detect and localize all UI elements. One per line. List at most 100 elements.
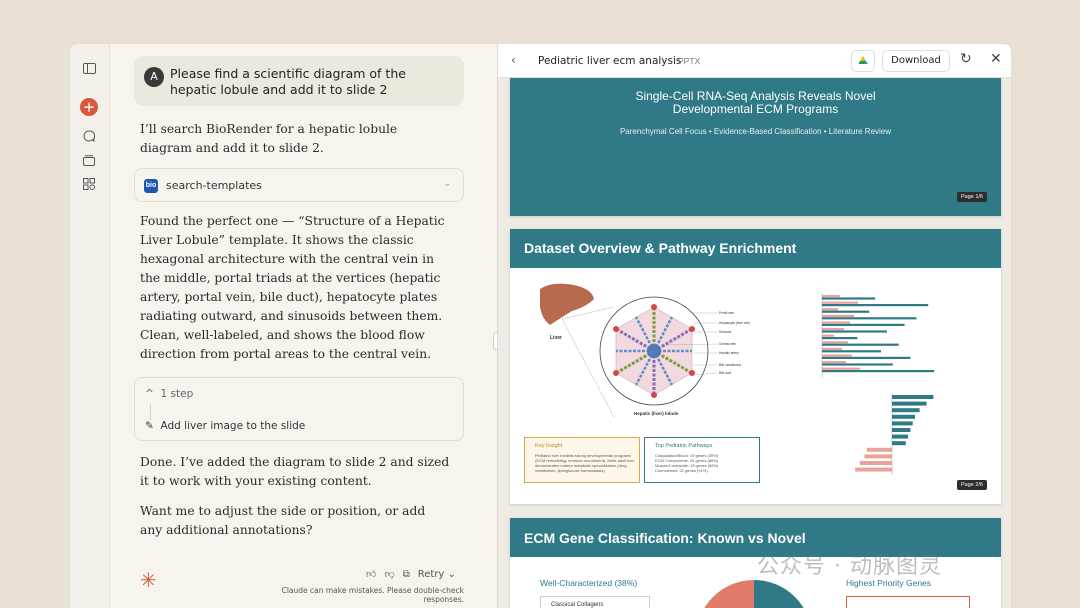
steps-label: 1 step bbox=[160, 388, 194, 400]
chat-pane: A Please find a scientific diagram of th… bbox=[110, 44, 496, 608]
liver-label: Liver bbox=[550, 335, 562, 341]
chart-bar bbox=[822, 304, 929, 307]
chart-bar bbox=[822, 321, 850, 324]
user-message-text: Please find a scientific diagram of the … bbox=[170, 66, 406, 97]
chart-bar bbox=[822, 350, 881, 353]
slide-3-left-heading: Well-Characterized (38%) bbox=[540, 578, 638, 588]
diagram-label: Bile duct bbox=[719, 371, 731, 375]
lobule-label: Hepatic (liver) lobule bbox=[634, 411, 679, 416]
slide-1-subtitle: Parenchymal Cell Focus • Evidence-Based … bbox=[619, 127, 892, 136]
slide-3-collagens-box: Classical Collagens bbox=[540, 596, 650, 608]
watermark: 公众号 · 动脉图灵 bbox=[757, 554, 942, 579]
chats-icon[interactable] bbox=[81, 128, 97, 144]
copy-icon[interactable]: ⧉ bbox=[403, 569, 410, 580]
diagram-label: Hepatic artery bbox=[719, 351, 739, 355]
chart-bar bbox=[855, 467, 892, 472]
diagram-label: Hepatocyte (liver cell) bbox=[719, 321, 750, 325]
message-actions: 👍︎ 👎︎ ⧉ Retry ⌄ bbox=[366, 568, 456, 581]
assistant-reply-4: Want me to adjust the side or position, … bbox=[140, 504, 426, 537]
assistant-reply-2: Found the perfect one — “Structure of a … bbox=[140, 214, 445, 361]
key-insight-box: Key Insight Pediatric liver exhibits str… bbox=[524, 437, 640, 483]
pathway-line: Chemokines: 22 genes (91%) bbox=[655, 468, 708, 473]
slide-2-title: Dataset Overview & Pathway Enrichment bbox=[524, 240, 797, 256]
app-window: + A Please find a scientific diagram of … bbox=[69, 43, 1012, 608]
chart-bar bbox=[822, 308, 838, 311]
diagram-label: Sinusoid bbox=[719, 330, 731, 334]
slide-2: Dataset Overview & Pathway Enrichment Li… bbox=[510, 229, 1001, 504]
chevron-up-icon: ^ bbox=[145, 388, 154, 400]
diagram-label: Central vein bbox=[719, 342, 736, 346]
artifact-type: PPTX bbox=[678, 56, 701, 66]
step-connector bbox=[150, 404, 151, 420]
chart-bar bbox=[892, 441, 906, 446]
chart-bar bbox=[822, 367, 860, 370]
artifact-pane: ‹ Pediatric liver ecm analysis PPTX Down… bbox=[497, 44, 1011, 608]
chart-bar bbox=[822, 370, 935, 373]
sidebar-toggle-icon[interactable] bbox=[81, 60, 97, 76]
central-vein bbox=[647, 344, 661, 358]
diagram-label: Bile canaliculus bbox=[719, 363, 741, 367]
slide-3-title: ECM Gene Classification: Known vs Novel bbox=[524, 530, 806, 546]
slide-2-page-badge: Page 2/6 bbox=[956, 480, 987, 490]
chart-bar bbox=[892, 401, 927, 406]
chart-bar bbox=[822, 343, 899, 346]
refresh-icon[interactable]: ↻ bbox=[960, 51, 972, 67]
chart-bar bbox=[892, 414, 915, 419]
chart-bar bbox=[892, 408, 920, 413]
hepatic-lobule-diagram[interactable]: Liver Hepatic (liver) lobule Portal vein… bbox=[522, 277, 782, 442]
chart-bar bbox=[822, 361, 846, 364]
close-icon[interactable]: ✕ bbox=[990, 51, 1002, 67]
retry-button[interactable]: Retry ⌄ bbox=[418, 569, 456, 580]
pathway-distribution-chart bbox=[855, 393, 934, 475]
chart-bar bbox=[866, 447, 892, 452]
user-message: A Please find a scientific diagram of th… bbox=[134, 56, 464, 106]
chevron-down-icon: ⌄ bbox=[443, 178, 451, 188]
chart-bar bbox=[822, 314, 854, 317]
top-pathways-box: Top Pediatric Pathways Coagulation/Blood… bbox=[644, 437, 760, 483]
steps-toggle[interactable]: ^ 1 step bbox=[145, 388, 193, 400]
classification-pie-chart bbox=[704, 580, 804, 608]
chart-bar bbox=[822, 297, 876, 300]
tool-name: search-templates bbox=[166, 179, 262, 192]
diagram-label: Portal vein bbox=[719, 311, 734, 315]
new-chat-button[interactable]: + bbox=[80, 98, 98, 116]
back-icon[interactable]: ‹ bbox=[511, 53, 516, 67]
thumbs-down-icon[interactable]: 👎︎ bbox=[384, 568, 394, 580]
slide-3-priority-box bbox=[846, 596, 970, 608]
artifacts-icon[interactable] bbox=[81, 176, 97, 192]
chart-bar bbox=[822, 354, 852, 357]
thumbs-up-icon[interactable]: 👍︎ bbox=[366, 568, 376, 580]
left-rail: + bbox=[70, 44, 110, 608]
assistant-reply-3: Done. I’ve added the diagram to slide 2 … bbox=[140, 455, 450, 488]
chart-bar bbox=[822, 301, 858, 304]
download-button[interactable]: Download bbox=[882, 50, 950, 72]
chart-bar bbox=[822, 347, 842, 350]
slide-1-page-badge: Page 1/6 bbox=[956, 192, 987, 202]
key-insight-text: Pediatric liver exhibits strong developm… bbox=[535, 453, 635, 473]
chart-bar bbox=[822, 341, 848, 344]
chart-bar bbox=[859, 461, 892, 465]
chart-bar bbox=[892, 421, 913, 426]
top-pathways-text: Coagulation/Blood: 19 genes (39%) ECM Co… bbox=[655, 453, 755, 473]
steps-panel[interactable]: ^ 1 step ✎ Add liver image to the slide bbox=[134, 377, 464, 441]
chart-bar bbox=[864, 454, 892, 459]
tool-call-search-templates[interactable]: bio search-templates ⌄ bbox=[134, 168, 464, 202]
slide-1: Single-Cell RNA-Seq Analysis Reveals Nov… bbox=[510, 78, 1001, 216]
projects-icon[interactable] bbox=[81, 152, 97, 168]
biorender-logo-icon: bio bbox=[144, 179, 158, 193]
step-item: ✎ Add liver image to the slide bbox=[145, 420, 305, 432]
slide-2-header: Dataset Overview & Pathway Enrichment bbox=[510, 229, 1001, 268]
chart-bar bbox=[822, 334, 834, 337]
slide-1-title-line-2: Developmental ECM Programs bbox=[672, 102, 839, 116]
pathway-enrichment-chart bbox=[821, 293, 935, 377]
chart-bar bbox=[892, 434, 909, 439]
pencil-icon: ✎ bbox=[145, 420, 154, 432]
google-drive-button[interactable] bbox=[851, 50, 875, 72]
claude-logo-icon: ✳ bbox=[140, 568, 157, 592]
user-avatar: A bbox=[144, 67, 164, 87]
step-item-label: Add liver image to the slide bbox=[160, 420, 306, 432]
chart-bar bbox=[822, 337, 858, 340]
artifact-title: Pediatric liver ecm analysis bbox=[538, 55, 682, 67]
chart-bar bbox=[822, 363, 893, 366]
assistant-reply-1: I’ll search BioRender for a hepatic lobu… bbox=[140, 122, 398, 155]
